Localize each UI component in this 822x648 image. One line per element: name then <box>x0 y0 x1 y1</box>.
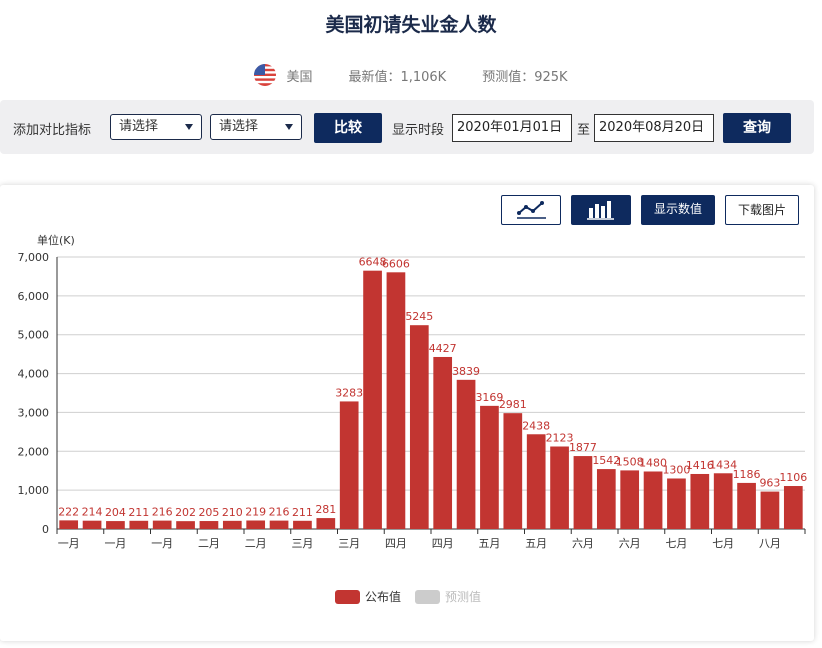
filter-toolbar: 添加对比指标 请选择 请选择 比较 显示时段 2020年01月01日 至 202… <box>0 100 814 154</box>
compare-select-1[interactable]: 请选择 <box>110 114 202 140</box>
bar-chart-icon <box>587 201 614 220</box>
to-label: 至 <box>577 123 591 138</box>
line-chart-icon <box>517 201 546 219</box>
query-button[interactable]: 查询 <box>723 113 791 143</box>
legend-swatch[interactable] <box>335 590 360 604</box>
compare-select-2-value: 请选择 <box>219 119 259 134</box>
start-date-input[interactable]: 2020年01月01日 <box>452 114 572 142</box>
us-flag-icon <box>254 64 277 86</box>
chevron-down-icon <box>285 124 293 130</box>
legend-swatch[interactable] <box>415 590 440 604</box>
chevron-down-icon <box>185 124 193 130</box>
download-image-button[interactable]: 下载图片 <box>725 195 799 225</box>
period-label: 显示时段 <box>392 123 445 138</box>
bar-chart-button[interactable] <box>571 195 631 225</box>
add-compare-label: 添加对比指标 <box>13 123 92 138</box>
end-date-input[interactable]: 2020年08月20日 <box>594 114 714 142</box>
country-name: 美国 <box>286 69 313 85</box>
compare-select-1-value: 请选择 <box>119 119 159 134</box>
legend-label[interactable]: 公布值 <box>365 589 401 604</box>
legend-label[interactable]: 预测值 <box>445 589 481 604</box>
line-chart-button[interactable] <box>501 195 561 225</box>
forecast-value: 预测值：925K <box>482 69 568 85</box>
page-title: 美国初请失业金人数 <box>325 14 497 36</box>
compare-select-2[interactable]: 请选择 <box>210 114 302 140</box>
chart-panel <box>0 185 814 641</box>
indicator-info: 美国 最新值：1,106K 预测值：925K <box>0 64 822 86</box>
latest-value: 最新值：1,106K <box>348 69 447 85</box>
compare-button[interactable]: 比较 <box>314 113 382 143</box>
show-values-button[interactable]: 显示数值 <box>641 195 715 225</box>
